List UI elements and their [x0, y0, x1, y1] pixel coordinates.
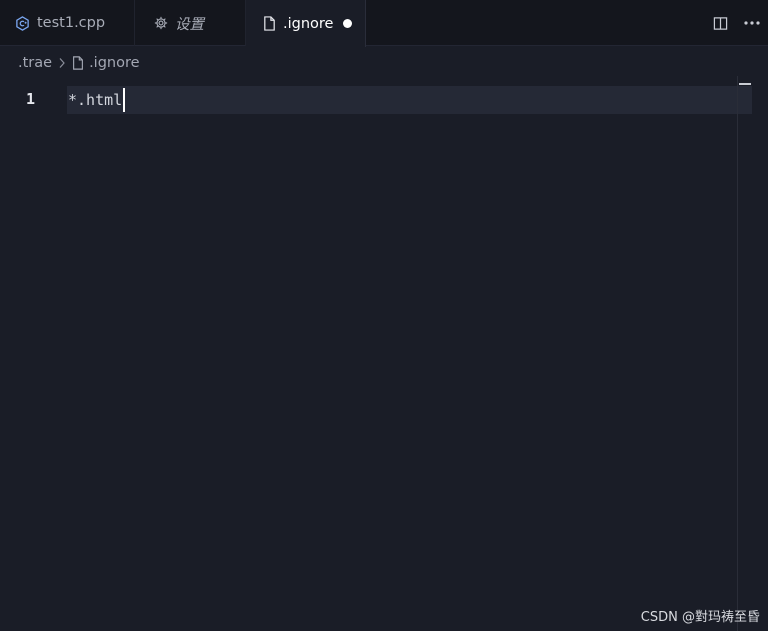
vertical-scrollbar[interactable]	[737, 76, 738, 631]
chevron-right-icon	[58, 57, 66, 69]
tab-bar: test1.cpp 设置 .ignore	[0, 0, 768, 47]
gear-icon	[154, 16, 168, 30]
tab-settings[interactable]: 设置	[135, 0, 246, 46]
breadcrumb-folder[interactable]: .trae	[18, 55, 52, 71]
file-icon	[263, 16, 276, 31]
editor-window: test1.cpp 设置 .ignore .trae .ignore 1 *.h…	[0, 0, 768, 631]
tab-label: 设置	[175, 16, 204, 33]
ellipsis-icon[interactable]	[736, 0, 768, 46]
minimap-line-indicator[interactable]	[739, 83, 751, 85]
split-editor-icon[interactable]	[704, 0, 736, 46]
tab-label: .ignore	[283, 15, 334, 32]
code-editor[interactable]: 1 *.html	[0, 76, 768, 631]
tab-label: test1.cpp	[37, 15, 106, 31]
breadcrumb: .trae .ignore	[18, 52, 140, 74]
code-line-text: *.html	[68, 91, 123, 109]
cpp-file-icon	[15, 15, 30, 31]
code-line[interactable]: *.html	[68, 88, 126, 112]
tab-test1-cpp[interactable]: test1.cpp	[0, 0, 135, 46]
unsaved-dot-icon[interactable]	[343, 19, 353, 28]
watermark: CSDN @對玛祷至昏	[640, 610, 760, 625]
line-number: 1	[26, 90, 36, 108]
breadcrumb-file-label: .ignore	[89, 55, 140, 71]
breadcrumb-file[interactable]: .ignore	[72, 55, 140, 71]
current-line-highlight	[67, 86, 752, 114]
tab-ignore[interactable]: .ignore	[246, 0, 366, 47]
editor-actions	[704, 0, 768, 46]
file-icon	[72, 56, 84, 70]
text-cursor	[123, 88, 126, 112]
